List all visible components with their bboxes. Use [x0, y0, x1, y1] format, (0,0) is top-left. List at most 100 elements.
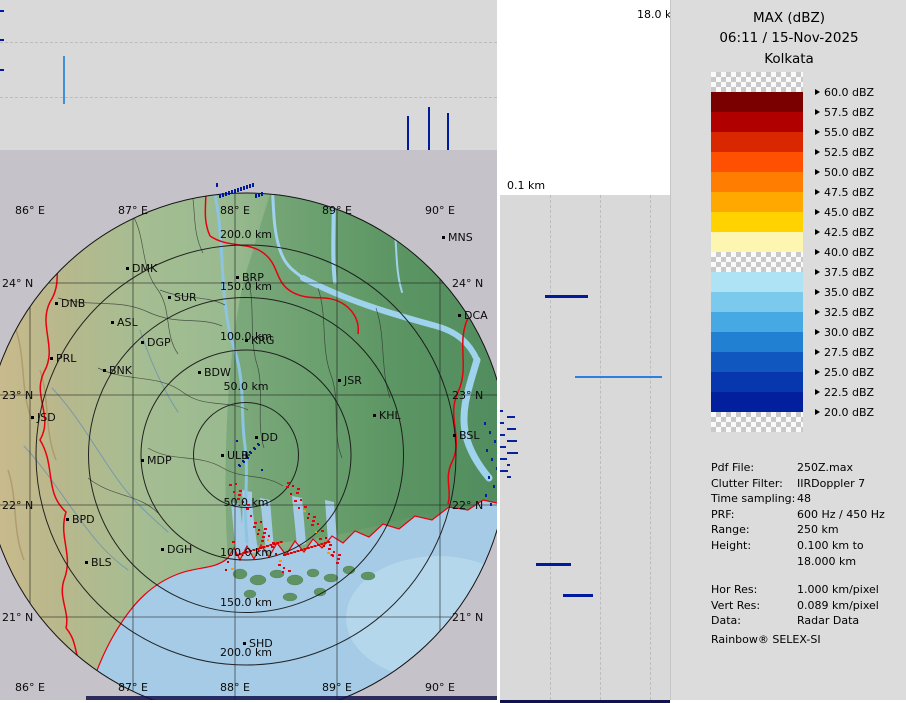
- lat-label: 24° N: [452, 277, 483, 290]
- legend-arrow-icon: [815, 369, 820, 375]
- info-block: Pdf File:250Z.maxClutter Filter:IIRDoppl…: [711, 460, 901, 629]
- station-label: SHD: [249, 637, 273, 650]
- legend-swatch: [711, 132, 803, 152]
- lon-label: 89° E: [322, 204, 352, 217]
- legend-label: 37.5 dBZ: [815, 265, 874, 279]
- legend-panel: MAX (dBZ) 06:11 / 15-Nov-2025 Kolkata 60…: [670, 0, 906, 700]
- info-row: Hor Res:1.000 km/pixel: [711, 582, 901, 598]
- info-row: Pdf File:250Z.max: [711, 460, 901, 476]
- echo-height-mark: [507, 464, 510, 466]
- echo-height-mark: [500, 410, 503, 412]
- lat-label: 23° N: [2, 389, 33, 402]
- echo-column: [428, 107, 430, 150]
- legend-arrow-icon: [815, 229, 820, 235]
- legend-label: 20.0 dBZ: [815, 405, 874, 419]
- legend-label: 25.0 dBZ: [815, 365, 874, 379]
- height-gridline: [0, 97, 497, 98]
- legend-swatch: [711, 392, 803, 412]
- legend-label: 52.5 dBZ: [815, 145, 874, 159]
- legend-arrow-icon: [815, 409, 820, 415]
- station-label: SUR: [174, 291, 197, 304]
- lon-label: 88° E: [220, 204, 250, 217]
- lon-label: 86° E: [15, 204, 45, 217]
- legend-label: 35.0 dBZ: [815, 285, 874, 299]
- echo-column: [447, 113, 449, 150]
- lat-label: 21° N: [452, 611, 483, 624]
- legend-arrow-icon: [815, 169, 820, 175]
- echo-height-bar: [563, 594, 593, 597]
- echo-height-mark: [500, 458, 507, 460]
- legend-arrow-icon: [815, 389, 820, 395]
- height-gridline: [600, 195, 601, 700]
- legend-label: 30.0 dBZ: [815, 325, 874, 339]
- ew-max-projection-panel: [0, 0, 497, 151]
- legend-label: 27.5 dBZ: [815, 345, 874, 359]
- station-dot: [442, 236, 445, 239]
- lat-label: 22° N: [452, 499, 483, 512]
- station-dot: [85, 561, 88, 564]
- axis-tick: [0, 69, 4, 71]
- height-gridline: [650, 195, 651, 700]
- legend-arrow-icon: [815, 89, 820, 95]
- echo-height-bar: [545, 295, 588, 298]
- legend-label: 47.5 dBZ: [815, 185, 874, 199]
- product-datetime: 06:11 / 15-Nov-2025: [671, 28, 906, 48]
- station-label: BNK: [109, 364, 133, 377]
- legend-swatch: [711, 272, 803, 292]
- station-dot: [243, 642, 246, 645]
- station-dot: [161, 548, 164, 551]
- legend-label: 45.0 dBZ: [815, 205, 874, 219]
- ns-max-projection-panel: [500, 195, 670, 703]
- lon-label: 86° E: [15, 681, 45, 694]
- legend-swatch: [711, 192, 803, 212]
- legend-label: 32.5 dBZ: [815, 305, 874, 319]
- echo-height-mark: [507, 440, 517, 442]
- station-label: ULB: [227, 449, 249, 462]
- legend-header: MAX (dBZ) 06:11 / 15-Nov-2025 Kolkata: [671, 0, 906, 69]
- station-label: DNB: [61, 297, 85, 310]
- station-label: DGH: [167, 543, 192, 556]
- legend-swatch: [711, 352, 803, 372]
- legend-label: 40.0 dBZ: [815, 245, 874, 259]
- height-gridline: [0, 42, 497, 43]
- legend-label: 57.5 dBZ: [815, 105, 874, 119]
- station-label: BLS: [91, 556, 112, 569]
- station-dot: [221, 454, 224, 457]
- info-row: Clutter Filter:IIRDoppler 7: [711, 476, 901, 492]
- station-dot: [141, 459, 144, 462]
- height-gridline: [550, 195, 551, 700]
- range-ring-label: 200.0 km: [220, 228, 272, 241]
- station-dot: [55, 302, 58, 305]
- legend-swatch: [711, 92, 803, 112]
- echo-height-bar: [536, 563, 571, 566]
- station-dot: [373, 414, 376, 417]
- info-row: PRF:600 Hz / 450 Hz: [711, 507, 901, 523]
- legend-arrow-icon: [815, 209, 820, 215]
- echo-height-mark: [507, 476, 511, 478]
- legend-swatch: [711, 112, 803, 132]
- info-row: 18.000 km: [711, 554, 901, 570]
- legend-arrow-icon: [815, 269, 820, 275]
- echo-height-mark: [507, 452, 518, 454]
- station-label: BDW: [204, 366, 231, 379]
- legend-swatch: [711, 212, 803, 232]
- legend-arrow-icon: [815, 289, 820, 295]
- station-label: DMK: [132, 262, 158, 275]
- legend-swatch: [711, 292, 803, 312]
- axis-tick: [0, 10, 4, 12]
- lon-label: 88° E: [220, 681, 250, 694]
- legend-arrow-icon: [815, 249, 820, 255]
- station-dot: [198, 371, 201, 374]
- legend-swatch: [711, 372, 803, 392]
- legend-swatch: [711, 232, 803, 252]
- station-dot: [141, 341, 144, 344]
- station-dot: [245, 339, 248, 342]
- lon-label: 87° E: [118, 204, 148, 217]
- station-label: MNS: [448, 231, 473, 244]
- legend-label: 50.0 dBZ: [815, 165, 874, 179]
- station-label: MDP: [147, 454, 172, 467]
- range-ring-label: 50.0 km: [223, 496, 268, 509]
- station-dot: [31, 416, 34, 419]
- lon-label: 87° E: [118, 681, 148, 694]
- legend-arrow-icon: [815, 149, 820, 155]
